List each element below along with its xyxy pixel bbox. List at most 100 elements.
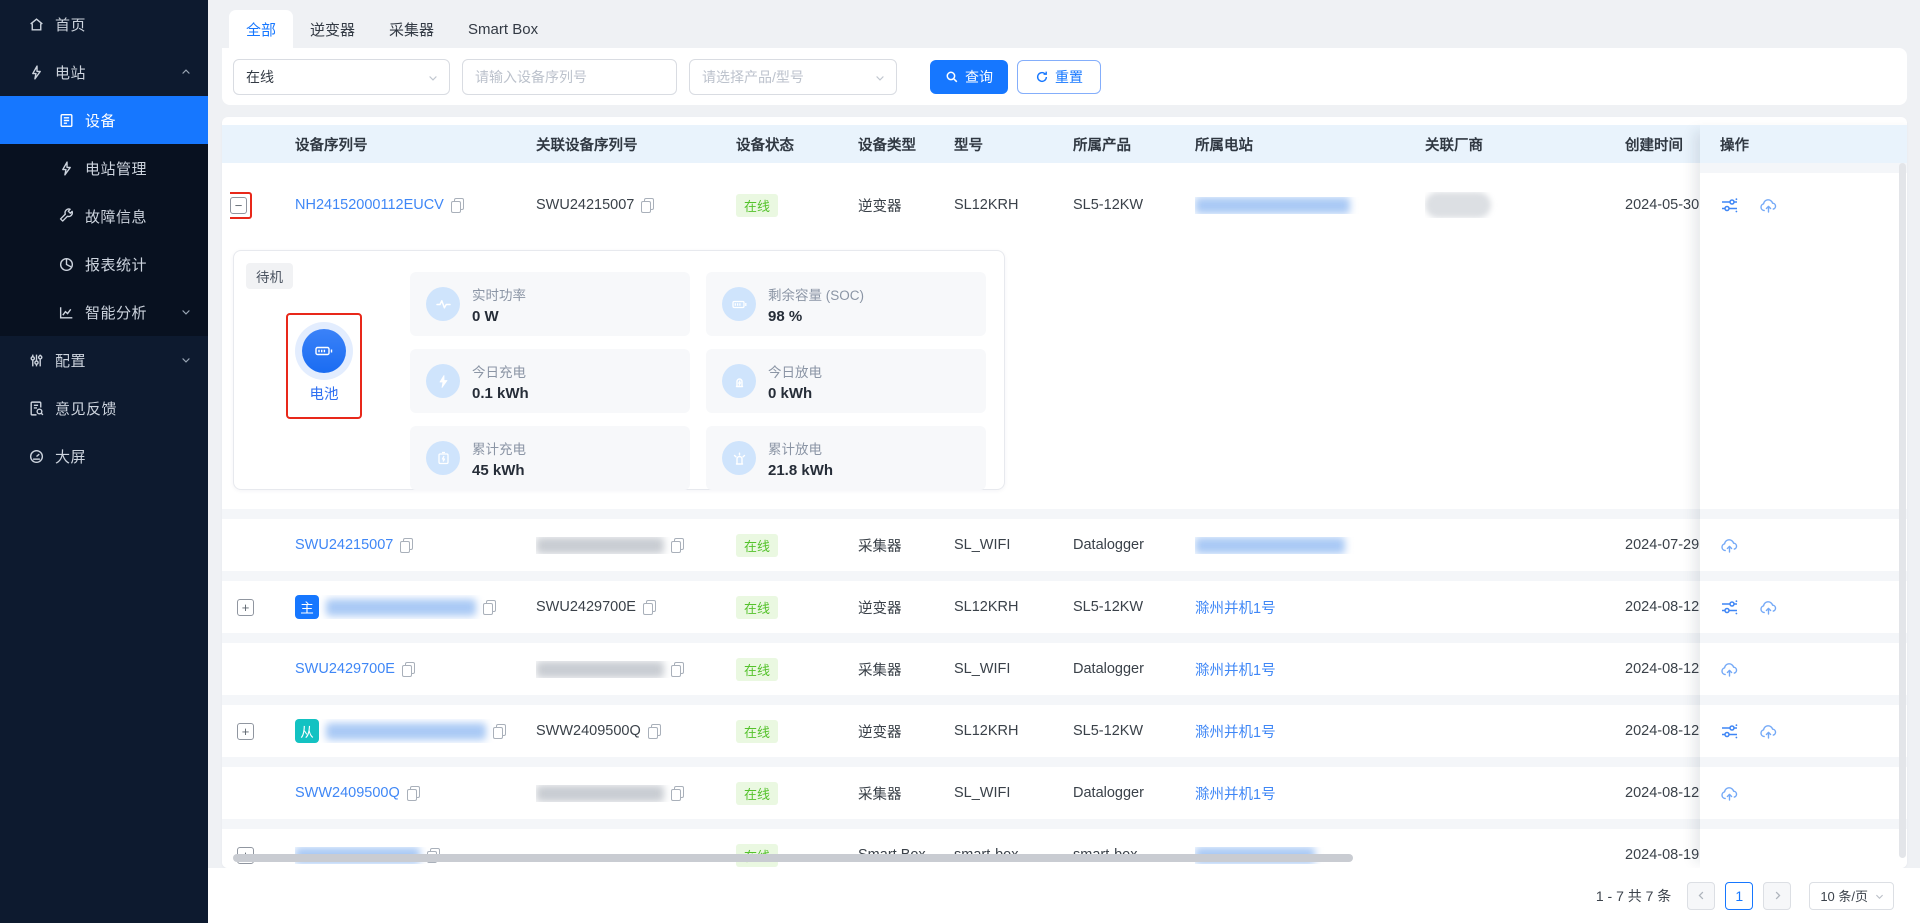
station-link[interactable]: 滁州并机1号 <box>1195 659 1276 680</box>
expand-row-button[interactable]: + <box>237 723 254 740</box>
product-cell: SL5-12KW <box>1073 197 1195 213</box>
expander-cell: + <box>230 599 295 616</box>
chevron-down-icon <box>180 306 192 318</box>
model-cell: SL_WIFI <box>954 661 1073 677</box>
copy-icon[interactable] <box>451 198 464 213</box>
copy-icon[interactable] <box>483 600 496 615</box>
sidebar-item-label: 配置 <box>55 350 180 371</box>
tab-采集器[interactable]: 采集器 <box>372 10 451 48</box>
column-header: 型号 <box>954 134 1073 155</box>
copy-icon[interactable] <box>648 724 661 739</box>
copy-icon[interactable] <box>493 724 506 739</box>
search-button[interactable]: 查询 <box>930 60 1008 94</box>
column-header: 关联设备序列号 <box>536 134 736 155</box>
sidebar-item-smart-analysis[interactable]: 智能分析 <box>0 288 208 336</box>
chevron-down-icon <box>180 354 192 366</box>
station-link-redacted[interactable] <box>1195 537 1345 554</box>
station-link[interactable]: 滁州并机1号 <box>1195 597 1276 618</box>
related-serial-text: SWW2409500Q <box>536 723 641 739</box>
device-serial-cell: SWU2429700E <box>295 661 536 677</box>
discharge-lamp-icon <box>731 373 748 390</box>
device-serial-link-redacted[interactable] <box>326 599 476 616</box>
created-time-cell-text: 2024-08-12 0 <box>1625 599 1711 615</box>
sidebar-item-fault-info[interactable]: 故障信息 <box>0 192 208 240</box>
ota-upload-icon[interactable] <box>1759 598 1778 617</box>
stat-value: 21.8 kWh <box>768 462 833 479</box>
stat-label: 实时功率 <box>472 284 526 304</box>
ota-upload-icon[interactable] <box>1759 196 1778 215</box>
station-link-redacted[interactable] <box>1195 197 1350 214</box>
copy-icon[interactable] <box>402 662 415 677</box>
stat-label: 累计充电 <box>472 438 526 458</box>
sidebar-item-label: 报表统计 <box>85 254 192 275</box>
related-serial-text: SWU24215007 <box>536 197 634 213</box>
sidebar-item-report-stats[interactable]: 报表统计 <box>0 240 208 288</box>
copy-icon[interactable] <box>671 662 684 677</box>
tab-逆变器[interactable]: 逆变器 <box>293 10 372 48</box>
created-time-cell-text: 2024-08-12 0 <box>1625 661 1711 677</box>
related-serial-cell <box>536 785 736 802</box>
page-size-select[interactable]: 10 条/页 <box>1809 882 1894 910</box>
model-cell: SL12KRH <box>954 723 1073 739</box>
sidebar-item-home[interactable]: 首页 <box>0 0 208 48</box>
prev-page-button[interactable] <box>1687 882 1715 910</box>
tab-Smart Box[interactable]: Smart Box <box>451 10 555 48</box>
station-cell: 滁州并机1号 <box>1195 783 1425 804</box>
ota-upload-icon[interactable] <box>1720 660 1739 679</box>
sidebar-item-big-screen[interactable]: 大屏 <box>0 432 208 480</box>
expand-row-button[interactable]: + <box>237 599 254 616</box>
sidebar-item-label: 意见反馈 <box>55 398 192 419</box>
station-cell <box>1195 537 1425 554</box>
expanded-spacer <box>1700 237 1907 509</box>
product-select[interactable]: 请选择产品/型号 <box>689 59 897 95</box>
next-page-button[interactable] <box>1763 882 1791 910</box>
row-gap <box>1700 757 1907 767</box>
sidebar-item-station[interactable]: 电站 <box>0 48 208 96</box>
sidebar-item-config[interactable]: 配置 <box>0 336 208 384</box>
horizontal-scrollbar[interactable] <box>233 854 1353 862</box>
charge-bolt-icon <box>435 373 452 390</box>
device-serial-link-redacted[interactable] <box>326 723 486 740</box>
chevron-down-icon <box>874 71 886 83</box>
column-header: 所属产品 <box>1073 134 1195 155</box>
total-charge-wrap <box>426 441 460 475</box>
reset-button[interactable]: 重置 <box>1017 60 1101 94</box>
collapse-row-button[interactable]: − <box>230 197 247 214</box>
sidebar-item-feedback[interactable]: 意见反馈 <box>0 384 208 432</box>
sidebar-item-device[interactable]: 设备 <box>0 96 208 144</box>
device-serial-link[interactable]: SWU24215007 <box>295 537 393 553</box>
table-row: SWU24215007在线采集器SL_WIFIDatalogger2024-07… <box>222 519 1907 571</box>
status-select[interactable]: 在线 <box>233 59 450 95</box>
vertical-scrollbar[interactable] <box>1899 163 1906 858</box>
device-serial-link[interactable]: SWW2409500Q <box>295 785 400 801</box>
sidebar-item-station-mgmt[interactable]: 电站管理 <box>0 144 208 192</box>
ota-upload-icon[interactable] <box>1720 784 1739 803</box>
main-content: 全部逆变器采集器Smart Box 在线 请选择产品/型号 查询 重置 设备序列… <box>208 0 1920 923</box>
serial-search-input[interactable] <box>475 69 664 85</box>
page-number-button[interactable]: 1 <box>1725 882 1753 910</box>
copy-icon[interactable] <box>643 600 656 615</box>
tab-全部[interactable]: 全部 <box>229 10 293 48</box>
copy-icon[interactable] <box>671 538 684 553</box>
copy-icon[interactable] <box>407 786 420 801</box>
ota-upload-icon[interactable] <box>1759 722 1778 741</box>
station-link[interactable]: 滁州并机1号 <box>1195 721 1276 742</box>
sidebar-item-label: 首页 <box>55 14 192 35</box>
related-serial-cell: SWU24215007 <box>536 197 736 213</box>
annotation-red-box-battery: 电池 <box>286 313 362 419</box>
sidebar-submenu: 设备电站管理故障信息报表统计智能分析 <box>0 96 208 336</box>
copy-icon[interactable] <box>641 198 654 213</box>
related-serial-redacted <box>536 785 664 802</box>
device-settings-icon[interactable] <box>1720 196 1739 215</box>
copy-icon[interactable] <box>400 538 413 553</box>
product-cell-text: Datalogger <box>1073 785 1144 801</box>
ota-upload-icon[interactable] <box>1720 536 1739 555</box>
device-settings-icon[interactable] <box>1720 598 1739 617</box>
station-link[interactable]: 滁州并机1号 <box>1195 783 1276 804</box>
copy-icon[interactable] <box>671 786 684 801</box>
device-serial-link[interactable]: NH24152000112EUCV <box>295 197 444 213</box>
battery-device-node[interactable] <box>302 329 346 373</box>
device-settings-icon[interactable] <box>1720 722 1739 741</box>
device-serial-link[interactable]: SWU2429700E <box>295 661 395 677</box>
product-select-placeholder: 请选择产品/型号 <box>702 67 804 87</box>
